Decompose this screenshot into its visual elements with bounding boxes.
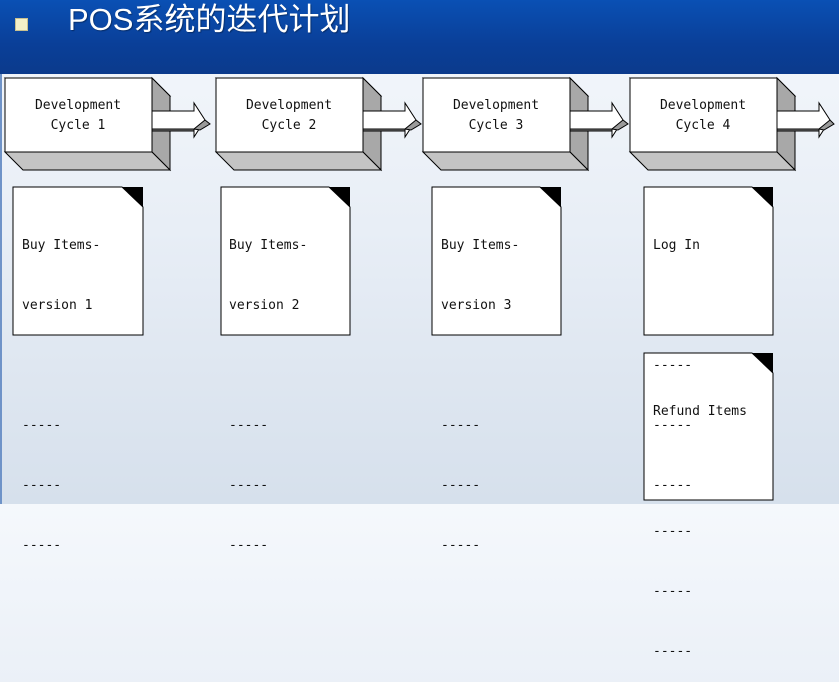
doc-3-line-1: Buy Items-: [441, 238, 520, 253]
document-text-1: Buy Items- version 1 ----- ----- -----: [22, 196, 100, 576]
cycle-2-label-line1: Development: [246, 98, 332, 113]
doc-3-line-2: version 3: [441, 298, 512, 313]
cycle-4-label-line1: Development: [660, 98, 746, 113]
doc-2-line-6: -----: [229, 538, 269, 553]
cycle-3-label-line1: Development: [453, 98, 539, 113]
doc-4-line-1: Log In: [653, 238, 700, 253]
doc-1-line-6: -----: [22, 538, 62, 553]
cycle-2-label-line2: Cycle 2: [262, 118, 317, 133]
cycle-3-label-line2: Cycle 3: [469, 118, 524, 133]
doc-3-line-4: -----: [441, 418, 481, 433]
cycle-4-label-line2: Cycle 4: [676, 118, 731, 133]
document-text-3: Buy Items- version 3 ----- ----- -----: [441, 196, 519, 576]
document-text-2: Buy Items- version 2 ----- ----- -----: [229, 196, 307, 576]
doc-5-line-1: Refund Items: [653, 404, 747, 419]
doc-5-line-4: -----: [653, 584, 693, 599]
cycle-box-4: Development Cycle 4: [628, 76, 797, 172]
doc-1-line-3: [22, 356, 100, 376]
doc-2-line-3: [229, 356, 307, 376]
doc-1-line-4: -----: [22, 418, 62, 433]
doc-2-line-2: version 2: [229, 298, 300, 313]
cycle-1-label-line2: Cycle 1: [51, 118, 106, 133]
doc-1-line-1: Buy Items-: [22, 238, 101, 253]
doc-4-line-2: [653, 296, 700, 316]
doc-5-line-3: -----: [653, 524, 693, 539]
doc-5-line-5: -----: [653, 644, 693, 659]
doc-2-line-4: -----: [229, 418, 269, 433]
document-text-5: Refund Items ----- ----- -----: [653, 362, 747, 682]
doc-3-line-5: -----: [441, 478, 481, 493]
doc-5-line-2: [653, 462, 747, 482]
cycle-box-2: Development Cycle 2: [214, 76, 383, 172]
doc-2-line-1: Buy Items-: [229, 238, 308, 253]
cycle-1-label-line1: Development: [35, 98, 121, 113]
doc-1-line-2: version 1: [22, 298, 93, 313]
doc-3-line-3: [441, 356, 519, 376]
cycle-box-3: Development Cycle 3: [421, 76, 590, 172]
doc-2-line-5: -----: [229, 478, 269, 493]
doc-3-line-6: -----: [441, 538, 481, 553]
cycle-box-1: Development Cycle 1: [3, 76, 172, 172]
doc-1-line-5: -----: [22, 478, 62, 493]
